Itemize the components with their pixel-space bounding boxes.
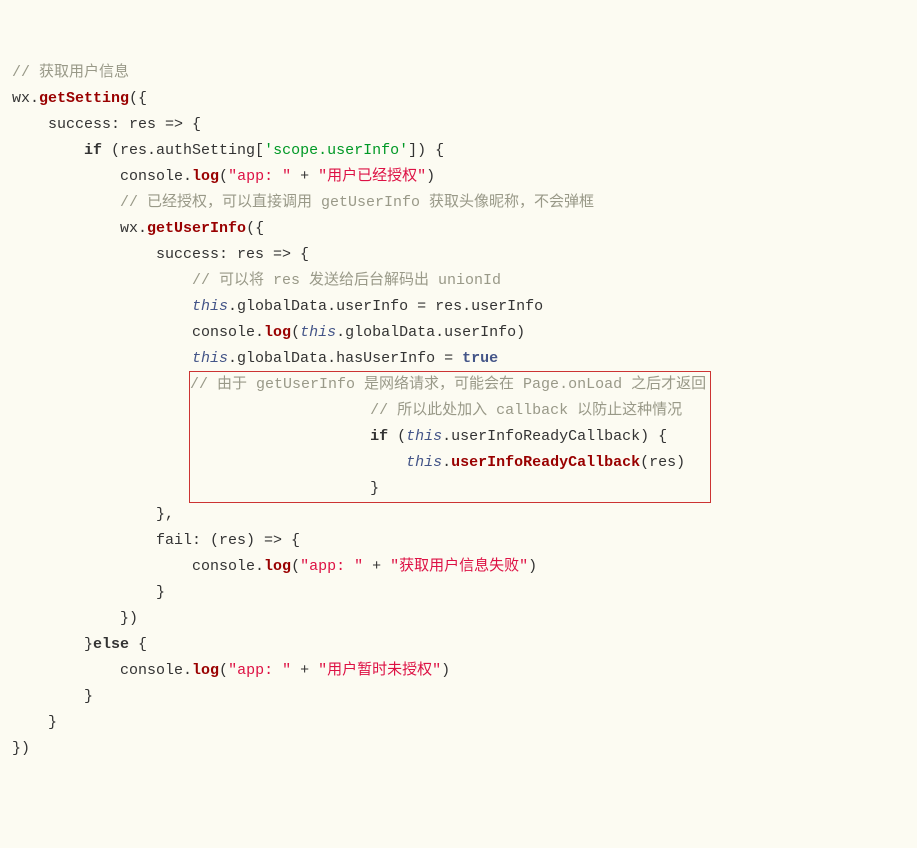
code-text: . bbox=[442, 454, 451, 471]
comment: // 已经授权，可以直接调用 getUserInfo 获取头像昵称，不会弹框 bbox=[12, 194, 594, 211]
keyword-if: if bbox=[370, 428, 388, 445]
code-text: console. bbox=[12, 324, 264, 341]
code-text: } bbox=[370, 480, 379, 497]
comment: // 所以此处加入 callback 以防止这种情况 bbox=[370, 402, 682, 419]
code-text: }, bbox=[12, 506, 174, 523]
func-name: log bbox=[192, 168, 219, 185]
code-text: ) bbox=[426, 168, 435, 185]
string: "app: " bbox=[228, 168, 291, 185]
code-text: success: res => { bbox=[12, 116, 201, 133]
func-name: getSetting bbox=[39, 90, 129, 107]
code-text: ( bbox=[219, 662, 228, 679]
code-text bbox=[12, 142, 84, 159]
func-name: log bbox=[264, 324, 291, 341]
code-text: ]) { bbox=[408, 142, 444, 159]
string: "获取用户信息失败" bbox=[390, 558, 528, 575]
code-text: ({ bbox=[246, 220, 264, 237]
keyword-this: this bbox=[406, 454, 442, 471]
code-text: .userInfoReadyCallback) { bbox=[442, 428, 667, 445]
func-name: getUserInfo bbox=[147, 220, 246, 237]
code-text: }) bbox=[12, 610, 138, 627]
code-text: } bbox=[12, 714, 57, 731]
code-text: (res.authSetting[ bbox=[102, 142, 264, 159]
indent bbox=[12, 480, 192, 497]
string: "app: " bbox=[228, 662, 291, 679]
code-text: ({ bbox=[129, 90, 147, 107]
code-text: + bbox=[363, 558, 390, 575]
highlight-box: // 由于 getUserInfo 是网络请求，可能会在 Page.onLoad… bbox=[190, 372, 710, 502]
indent bbox=[190, 480, 370, 497]
code-text: ( bbox=[291, 558, 300, 575]
comment: // 获取用户信息 bbox=[12, 64, 129, 81]
keyword-else: else bbox=[93, 636, 129, 653]
code-text: } bbox=[12, 688, 93, 705]
code-text: console. bbox=[12, 168, 192, 185]
keyword-true: true bbox=[462, 350, 498, 367]
code-text: ( bbox=[388, 428, 406, 445]
comment: // 可以将 res 发送给后台解码出 unionId bbox=[12, 272, 501, 289]
string: "用户已经授权" bbox=[318, 168, 426, 185]
func-name: log bbox=[192, 662, 219, 679]
indent bbox=[190, 428, 370, 445]
indent bbox=[190, 402, 370, 419]
code-text: }) bbox=[12, 740, 30, 757]
keyword-this: this bbox=[192, 350, 228, 367]
code-text: wx. bbox=[12, 220, 147, 237]
code-text: .globalData.userInfo = res.userInfo bbox=[228, 298, 543, 315]
code-text: .globalData.hasUserInfo = bbox=[228, 350, 462, 367]
keyword-if: if bbox=[84, 142, 102, 159]
keyword-this: this bbox=[192, 298, 228, 315]
code-text: ( bbox=[291, 324, 300, 341]
code-text bbox=[12, 350, 192, 367]
code-text: ) bbox=[441, 662, 450, 679]
code-block: // 获取用户信息 wx.getSetting({ success: res =… bbox=[12, 60, 905, 762]
indent bbox=[190, 454, 370, 471]
code-text: success: res => { bbox=[12, 246, 309, 263]
code-text bbox=[12, 298, 192, 315]
code-text: console. bbox=[12, 662, 192, 679]
code-text: + bbox=[291, 662, 318, 679]
indent bbox=[370, 454, 406, 471]
func-name: log bbox=[264, 558, 291, 575]
keyword-this: this bbox=[300, 324, 336, 341]
code-text: } bbox=[12, 636, 93, 653]
code-text: ) bbox=[528, 558, 537, 575]
code-text: } bbox=[12, 584, 165, 601]
code-text: .globalData.userInfo) bbox=[336, 324, 525, 341]
string: 'scope.userInfo' bbox=[264, 142, 408, 159]
code-text: console. bbox=[12, 558, 264, 575]
string: "用户暂时未授权" bbox=[318, 662, 441, 679]
code-text: ( bbox=[219, 168, 228, 185]
string: "app: " bbox=[300, 558, 363, 575]
code-text: { bbox=[129, 636, 147, 653]
func-name: userInfoReadyCallback bbox=[451, 454, 640, 471]
comment: // 由于 getUserInfo 是网络请求，可能会在 Page.onLoad… bbox=[190, 376, 706, 393]
code-text: (res) bbox=[640, 454, 685, 471]
code-text: + bbox=[291, 168, 318, 185]
code-text: fail: (res) => { bbox=[12, 532, 300, 549]
code-text: wx. bbox=[12, 90, 39, 107]
keyword-this: this bbox=[406, 428, 442, 445]
